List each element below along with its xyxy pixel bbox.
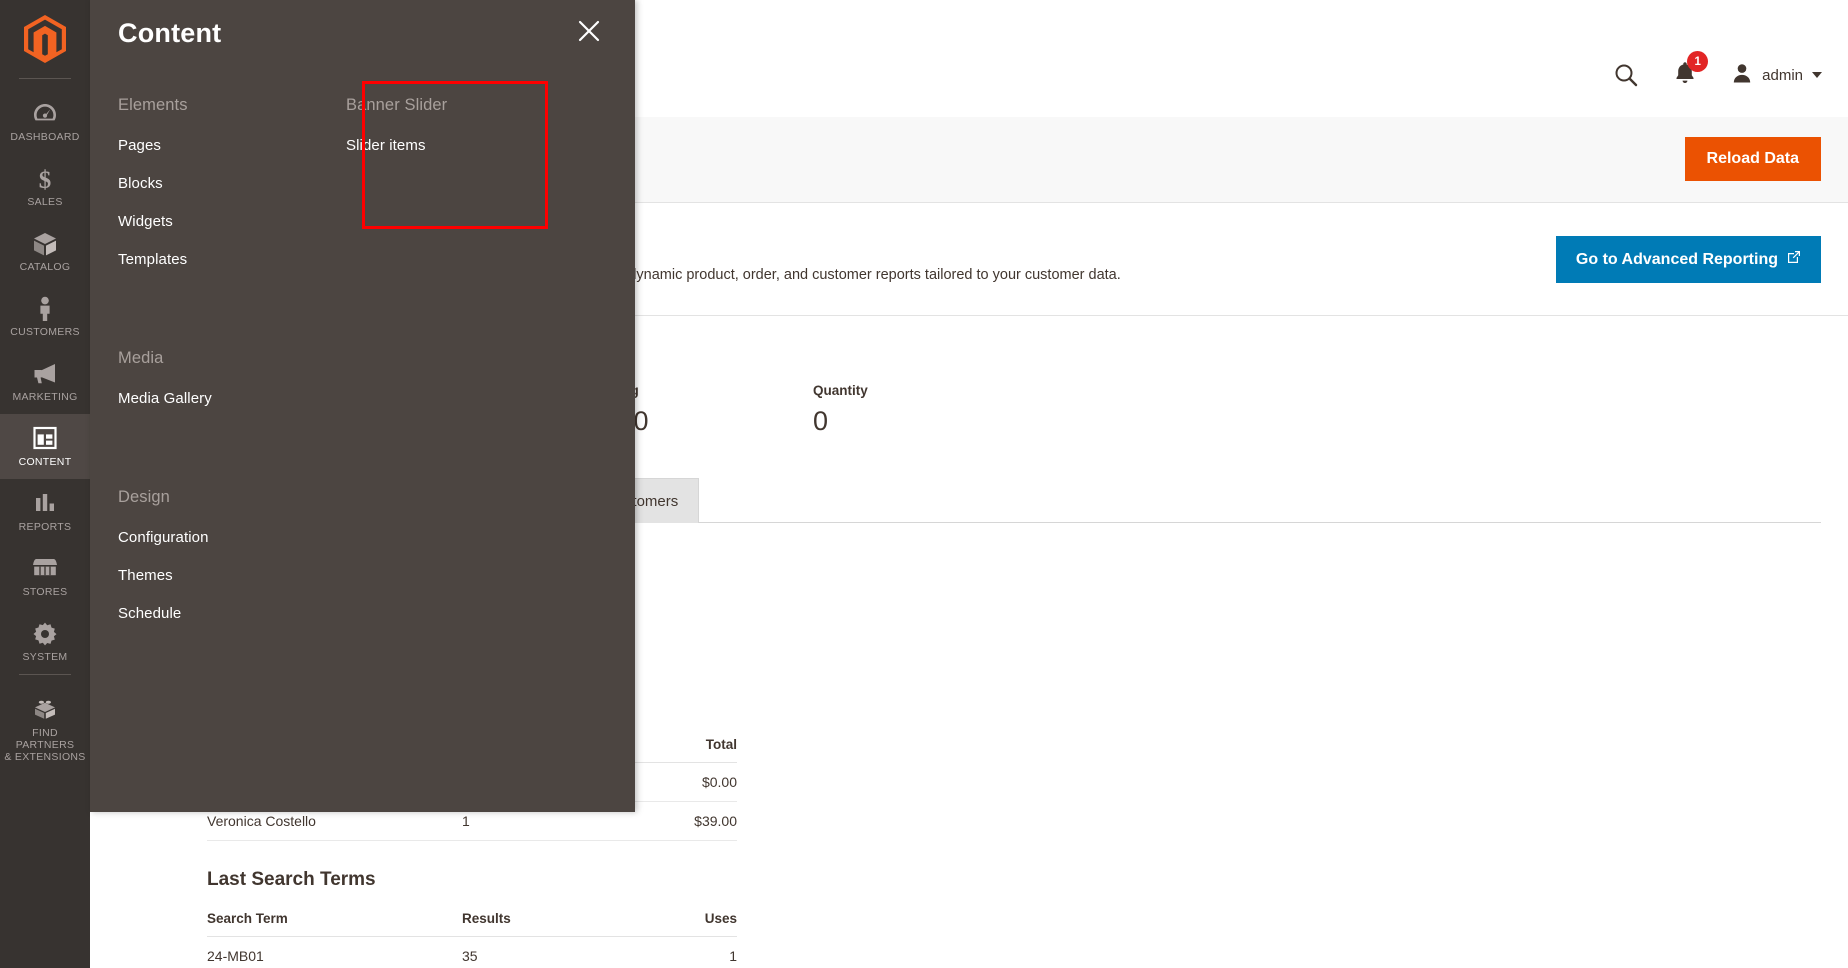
flyout-group-title: Media: [118, 349, 164, 367]
go-to-advanced-reporting-button[interactable]: Go to Advanced Reporting: [1555, 236, 1821, 283]
lego-brick-icon: [2, 697, 88, 723]
dashboard-icon: [2, 101, 88, 127]
flyout-title: Content: [118, 18, 222, 48]
flyout-group-title: Elements: [118, 96, 188, 114]
bell-icon: [1673, 62, 1697, 89]
search-icon[interactable]: [1613, 62, 1639, 88]
flyout-link-templates[interactable]: Templates: [118, 241, 358, 279]
sidebar-item-label: SALES: [27, 196, 63, 208]
flyout-group-title: Design: [118, 488, 170, 506]
sidebar-divider-bottom: [19, 674, 71, 675]
sidebar-item-dashboard[interactable]: DASHBOARD: [0, 89, 90, 154]
sidebar-item-catalog[interactable]: CATALOG: [0, 219, 90, 284]
sidebar-item-label: FIND PARTNERS & EXTENSIONS: [4, 727, 86, 763]
sidebar-item-find-partners-extensions[interactable]: FIND PARTNERS & EXTENSIONS: [0, 685, 90, 774]
column-header-uses: Uses: [647, 905, 737, 937]
stat-quantity: Quantity 0: [813, 383, 1045, 437]
svg-text:$: $: [39, 167, 52, 192]
flyout-link-blocks[interactable]: Blocks: [118, 165, 358, 203]
sidebar-item-stores[interactable]: STORES: [0, 544, 90, 609]
magento-logo[interactable]: [0, 0, 90, 78]
column-header-total: Total: [647, 731, 737, 763]
flyout-column-banner-slider: Banner Slider Slider items: [346, 92, 586, 191]
header-actions: 1 admin: [1613, 51, 1822, 90]
advanced-reporting-button-label: Go to Advanced Reporting: [1575, 250, 1778, 268]
bar-chart-icon: [2, 491, 88, 517]
flyout-link-media-gallery[interactable]: Media Gallery: [118, 380, 358, 418]
sidebar-item-reports[interactable]: REPORTS: [0, 479, 90, 544]
chevron-down-icon: [1812, 72, 1822, 78]
flyout-column-primary: Elements Pages Blocks Widgets Templates …: [118, 92, 358, 659]
sidebar-item-sales[interactable]: $ SALES: [0, 154, 90, 219]
sidebar-item-system[interactable]: SYSTEM: [0, 609, 90, 674]
last-search-terms-heading: Last Search Terms: [207, 869, 376, 890]
flyout-group-elements: Elements Pages Blocks Widgets Templates: [118, 92, 358, 279]
flyout-group-banner-slider: Banner Slider Slider items: [346, 92, 586, 165]
cell-total: $39.00: [647, 801, 737, 841]
flyout-link-widgets[interactable]: Widgets: [118, 203, 358, 241]
sidebar-item-label: CONTENT: [18, 456, 72, 468]
sidebar-divider-top: [19, 78, 71, 79]
column-header-search-term: Search Term: [207, 905, 462, 937]
flyout-group-media: Media Media Gallery: [118, 345, 358, 418]
admin-sidebar: DASHBOARD $ SALES CATALOG CUSTOMERS MARK…: [0, 0, 90, 968]
cell-search-term: 24-MB01: [207, 936, 462, 968]
box-icon: [2, 231, 88, 257]
cell-results: 35: [462, 936, 647, 968]
layout-icon: [2, 426, 88, 452]
last-search-terms-block: Last Search Terms Search Term Results Us…: [207, 869, 737, 968]
table-row[interactable]: 24-MB01 35 1: [207, 936, 737, 968]
reload-data-button[interactable]: Reload Data: [1684, 137, 1821, 181]
sidebar-item-label: DASHBOARD: [10, 131, 80, 143]
sidebar-item-label: CATALOG: [19, 261, 71, 273]
flyout-link-schedule[interactable]: Schedule: [118, 595, 358, 633]
sidebar-item-customers[interactable]: CUSTOMERS: [0, 284, 90, 349]
flyout-group-design: Design Configuration Themes Schedule: [118, 484, 358, 633]
cell-uses: 1: [647, 936, 737, 968]
flyout-spacer: [118, 444, 358, 484]
column-header-results: Results: [462, 905, 647, 937]
last-search-terms-table: Search Term Results Uses 24-MB01 35 1: [207, 905, 737, 968]
sidebar-item-marketing[interactable]: MARKETING: [0, 349, 90, 414]
sidebar-item-content[interactable]: CONTENT: [0, 414, 90, 479]
sidebar-item-label: SYSTEM: [22, 651, 68, 663]
sidebar-item-label: REPORTS: [18, 521, 72, 533]
stat-label: Quantity: [813, 383, 868, 398]
flyout-link-pages[interactable]: Pages: [118, 127, 358, 165]
stat-value: 0: [813, 406, 829, 436]
dollar-icon: $: [2, 166, 88, 192]
flyout-link-slider-items[interactable]: Slider items: [346, 127, 586, 165]
close-icon[interactable]: [575, 17, 603, 45]
gear-icon: [2, 621, 88, 647]
admin-menu[interactable]: admin: [1731, 62, 1822, 89]
megaphone-icon: [2, 361, 88, 387]
notifications-count-badge: 1: [1687, 51, 1709, 72]
sidebar-item-label: MARKETING: [12, 391, 78, 403]
flyout-spacer: [118, 305, 358, 345]
table-header-row: Search Term Results Uses: [207, 905, 737, 937]
person-icon: [2, 296, 88, 322]
admin-name-label: admin: [1762, 66, 1803, 84]
user-avatar-icon: [1731, 62, 1753, 89]
cell-total: $0.00: [647, 762, 737, 802]
flyout-group-title: Banner Slider: [346, 96, 448, 114]
external-link-icon: [1787, 250, 1801, 269]
content-flyout-panel: Content Elements Pages Blocks Widgets Te…: [90, 0, 635, 812]
sidebar-item-label: STORES: [22, 586, 68, 598]
sidebar-item-label: CUSTOMERS: [10, 326, 80, 338]
flyout-link-configuration[interactable]: Configuration: [118, 519, 358, 557]
notifications-bell[interactable]: 1: [1673, 51, 1709, 90]
flyout-link-themes[interactable]: Themes: [118, 557, 358, 595]
storefront-icon: [2, 556, 88, 582]
